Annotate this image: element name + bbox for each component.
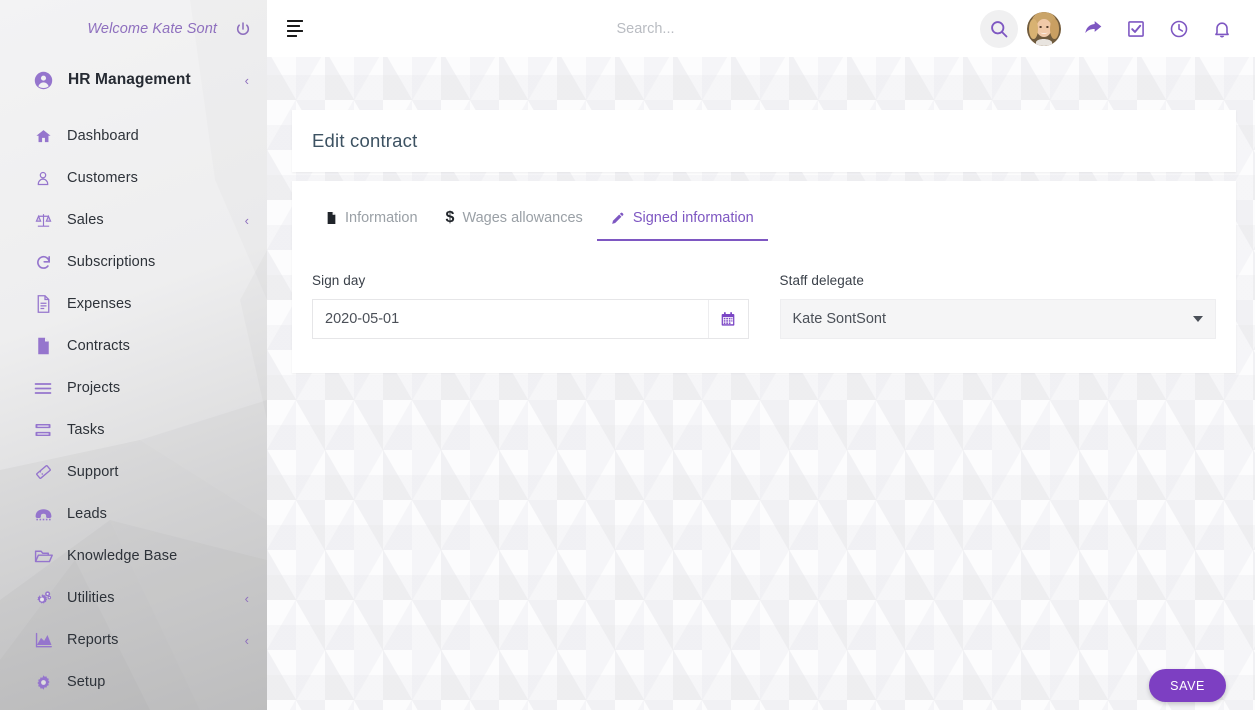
chart-area-icon [32, 632, 54, 649]
power-icon[interactable] [235, 21, 251, 37]
clock-icon[interactable] [1160, 10, 1198, 48]
chevron-down-icon[interactable] [1193, 316, 1203, 322]
sign-day-input-group [312, 299, 749, 339]
file-icon [32, 337, 54, 355]
tab-bar: Information $ Wages allowances Signed in… [312, 181, 1216, 241]
tasks-icon [32, 422, 54, 438]
tab-label: Wages allowances [462, 210, 583, 226]
sidebar-item-label: Setup [67, 674, 106, 690]
chevron-left-icon[interactable]: ‹ [245, 592, 249, 605]
sign-day-input[interactable] [313, 300, 708, 338]
sidebar-brand-label: HR Management [68, 71, 191, 88]
sidebar-item-subscriptions[interactable]: Subscriptions [0, 241, 267, 283]
bell-icon[interactable] [1203, 10, 1241, 48]
search-container [311, 20, 980, 37]
sidebar-brand-hr-management[interactable]: HR Management ‹ [0, 57, 267, 103]
tab-wages-allowances[interactable]: $ Wages allowances [432, 198, 597, 241]
topbar [267, 0, 1255, 57]
tab-information[interactable]: Information [312, 198, 432, 241]
sidebar-item-label: Tasks [67, 422, 105, 438]
main-area: Edit contract Information $ Wages allowa… [267, 0, 1255, 710]
sidebar-item-label: Leads [67, 506, 108, 522]
chevron-left-icon[interactable]: ‹ [245, 634, 249, 647]
welcome-text: Welcome Kate Sont [87, 20, 217, 37]
sidebar-item-expenses[interactable]: Expenses [0, 283, 267, 325]
sidebar-item-label: Expenses [67, 296, 132, 312]
home-icon [32, 128, 54, 145]
search-input[interactable] [485, 20, 806, 37]
sidebar-item-reports[interactable]: Reports ‹ [0, 619, 267, 661]
pencil-icon [611, 211, 625, 225]
sidebar-item-label: Subscriptions [67, 254, 156, 270]
staff-delegate-value: Kate SontSont [792, 311, 887, 327]
sidebar-item-leads[interactable]: Leads [0, 493, 267, 535]
dollar-icon: $ [445, 209, 455, 226]
sidebar-item-projects[interactable]: Projects [0, 367, 267, 409]
sidebar-item-dashboard[interactable]: Dashboard [0, 115, 267, 157]
sidebar-item-label: Reports [67, 632, 119, 648]
sidebar-item-utilities[interactable]: Utilities ‹ [0, 577, 267, 619]
app-root: Welcome Kate Sont HR Management ‹ Dashbo… [0, 0, 1255, 710]
staff-delegate-select[interactable]: Kate SontSont [779, 299, 1216, 339]
chevron-left-icon[interactable]: ‹ [245, 214, 249, 227]
tab-label: Signed information [632, 210, 754, 226]
ticket-icon [32, 463, 54, 481]
staff-delegate-label: Staff delegate [779, 273, 864, 288]
contract-form-card: Information $ Wages allowances Signed in… [292, 181, 1236, 373]
sidebar-item-tasks[interactable]: Tasks [0, 409, 267, 451]
share-icon[interactable] [1074, 10, 1112, 48]
chevron-left-icon[interactable]: ‹ [245, 74, 249, 87]
file-lines-icon [32, 295, 54, 313]
sidebar-item-contracts[interactable]: Contracts [0, 325, 267, 367]
sidebar-item-label: Customers [67, 170, 138, 186]
sidebar-item-label: Contracts [67, 338, 130, 354]
tab-label: Information [345, 210, 418, 226]
field-sign-day: Sign day [312, 273, 749, 339]
sidebar-item-label: Knowledge Base [67, 548, 178, 564]
phone-icon [32, 506, 54, 522]
folder-open-icon [32, 548, 54, 564]
form-row: Sign day 2020-05-01 Staff delegate Kate … [312, 273, 1216, 339]
search-icon[interactable] [980, 9, 1018, 48]
tab-signed-information[interactable]: Signed information [596, 198, 768, 241]
content-area: Edit contract Information $ Wages allowa… [267, 57, 1255, 373]
user-icon [32, 170, 54, 187]
file-icon [326, 211, 337, 225]
sidebar-item-support[interactable]: Support [0, 451, 267, 493]
list-icon [32, 381, 54, 396]
sign-day-label: Sign day [312, 273, 366, 288]
sidebar-item-label: Utilities [67, 590, 115, 606]
avatar[interactable] [1027, 11, 1061, 46]
sidebar: Welcome Kate Sont HR Management ‹ Dashbo… [0, 0, 267, 710]
save-button[interactable]: SAVE [1149, 669, 1226, 702]
sidebar-item-customers[interactable]: Customers [0, 157, 267, 199]
sidebar-item-knowledge-base[interactable]: Knowledge Base [0, 535, 267, 577]
align-left-icon[interactable] [279, 14, 311, 44]
sidebar-item-setup[interactable]: Setup [0, 661, 267, 703]
page-title: Edit contract [312, 130, 418, 151]
sidebar-item-sales[interactable]: Sales ‹ [0, 199, 267, 241]
sidebar-item-label: Dashboard [67, 128, 139, 144]
user-circle-icon [32, 71, 54, 90]
check-square-icon[interactable] [1117, 10, 1155, 48]
sidebar-item-label: Support [67, 464, 119, 480]
refresh-icon [32, 254, 54, 271]
page-title-card: Edit contract [292, 110, 1236, 172]
field-staff-delegate: Staff delegate Kate SontSont [779, 273, 1216, 339]
sidebar-item-label: Sales [67, 212, 104, 228]
topbar-icons [980, 9, 1241, 48]
calendar-icon[interactable] [707, 300, 748, 338]
sidebar-welcome-bar: Welcome Kate Sont [0, 0, 267, 57]
gear-icon [32, 674, 54, 691]
scales-icon [32, 212, 54, 229]
sidebar-menu: Dashboard Customers Sales ‹ Subscription… [0, 115, 267, 703]
gears-icon [32, 589, 54, 607]
sidebar-item-label: Projects [67, 380, 121, 396]
